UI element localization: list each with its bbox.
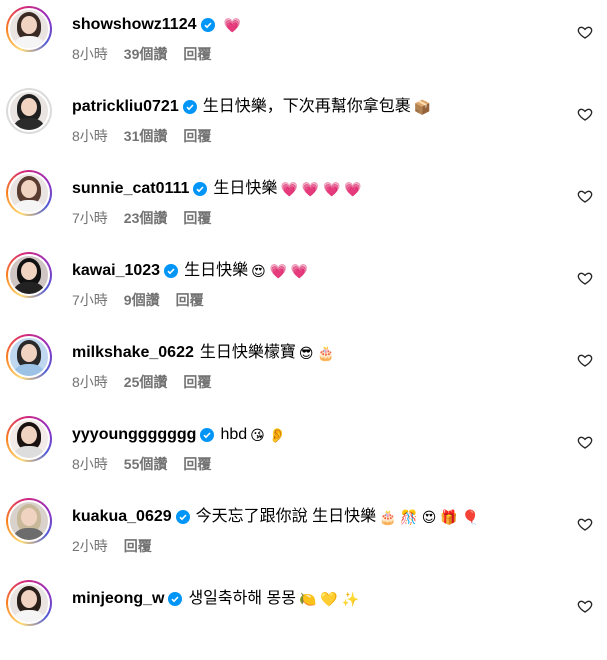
comment-text: 生日快樂 [213, 180, 278, 197]
comment-item: showshowz1124 💗 8小時 39個讚 回覆 [0, 4, 607, 86]
comment-username[interactable]: minjeong_w [72, 588, 164, 610]
comment-text: 生日快樂 [184, 262, 249, 279]
comment-emoji: 📦 [413, 99, 432, 115]
comment-emoji: 😘 👂 [250, 427, 287, 443]
avatar[interactable] [6, 498, 52, 544]
like-heart-icon[interactable] [577, 434, 593, 450]
comment-time[interactable]: 7小時 [72, 208, 108, 228]
comment-likes[interactable]: 23個讚 [124, 208, 168, 228]
verified-badge-icon [200, 428, 215, 442]
reply-button[interactable]: 回覆 [183, 208, 211, 228]
comment-likes[interactable]: 55個讚 [124, 454, 168, 474]
comment-emoji: 😎 🎂 [298, 345, 335, 361]
reply-button[interactable]: 回覆 [176, 290, 204, 310]
verified-badge-icon [193, 182, 208, 196]
verified-badge-icon [168, 592, 183, 606]
comment-emoji: 💗 💗 💗 💗 [280, 181, 362, 197]
comment-emoji: 🍋 💛 ✨ [298, 591, 360, 607]
comment-username[interactable]: milkshake_0622 [72, 342, 194, 364]
verified-badge-icon [175, 510, 190, 524]
avatar[interactable] [6, 334, 52, 380]
comment-list: showshowz1124 💗 8小時 39個讚 回覆 patrickliu07… [0, 0, 607, 626]
comment-text: 생일축하해 몽몽 [188, 590, 296, 607]
comment-emoji: 💗 [223, 17, 241, 33]
comment-likes[interactable]: 31個讚 [124, 126, 168, 146]
comment-item: minjeong_w 생일축하해 몽몽 🍋 💛 ✨ [0, 578, 607, 660]
comment-username[interactable]: yyyounggggggg [72, 424, 196, 446]
comment-username[interactable]: patrickliu0721 [72, 96, 179, 118]
verified-badge-icon [164, 264, 179, 278]
comment-username[interactable]: kuakua_0629 [72, 506, 172, 528]
comment-username[interactable]: kawai_1023 [72, 260, 160, 282]
comment-text: hbd [220, 426, 248, 443]
like-heart-icon[interactable] [577, 188, 593, 204]
comment-time[interactable]: 8小時 [72, 44, 108, 64]
like-heart-icon[interactable] [577, 270, 593, 286]
comment-time[interactable]: 8小時 [72, 126, 108, 146]
comment-item: yyyounggggggg hbd 😘 👂 8小時 55個讚 回覆 [0, 414, 607, 496]
reply-button[interactable]: 回覆 [183, 126, 211, 146]
comment-time[interactable]: 8小時 [72, 454, 108, 474]
avatar[interactable] [6, 170, 52, 216]
reply-button[interactable]: 回覆 [183, 454, 211, 474]
comment-time[interactable]: 7小時 [72, 290, 108, 310]
comment-text: 生日快樂檬寶 [199, 344, 296, 361]
verified-badge-icon [182, 100, 197, 114]
reply-button[interactable]: 回覆 [183, 44, 211, 64]
comment-text: 今天忘了跟你說 生日快樂 [195, 508, 377, 525]
comment-item: kuakua_0629 今天忘了跟你說 生日快樂 🎂 🎊 😍 🎁 🎈 2小時 回… [0, 496, 607, 578]
like-heart-icon[interactable] [577, 598, 593, 614]
comment-time[interactable]: 2小時 [72, 536, 108, 556]
verified-badge-icon [200, 18, 215, 32]
reply-button[interactable]: 回覆 [183, 372, 211, 392]
comment-likes[interactable]: 39個讚 [124, 44, 168, 64]
like-heart-icon[interactable] [577, 106, 593, 122]
like-heart-icon[interactable] [577, 352, 593, 368]
comment-text: 生日快樂，下次再幫你拿包裹 [202, 98, 411, 115]
avatar[interactable] [6, 580, 52, 626]
avatar[interactable] [6, 416, 52, 462]
comment-likes[interactable]: 9個讚 [124, 290, 160, 310]
comment-item: kawai_1023 生日快樂 😍 💗 💗 7小時 9個讚 回覆 [0, 250, 607, 332]
comment-likes[interactable]: 25個讚 [124, 372, 168, 392]
like-heart-icon[interactable] [577, 24, 593, 40]
comment-emoji: 🎂 🎊 😍 🎁 🎈 [379, 509, 479, 525]
comment-item: milkshake_0622 生日快樂檬寶 😎 🎂 8小時 25個讚 回覆 [0, 332, 607, 414]
comment-time[interactable]: 8小時 [72, 372, 108, 392]
comment-emoji: 😍 💗 💗 [251, 263, 309, 279]
comment-item: sunnie_cat0111 生日快樂 💗 💗 💗 💗 7小時 23個讚 回覆 [0, 168, 607, 250]
reply-button[interactable]: 回覆 [124, 536, 152, 556]
avatar[interactable] [6, 88, 52, 134]
comment-username[interactable]: showshowz1124 [72, 14, 197, 36]
comment-item: patrickliu0721 生日快樂，下次再幫你拿包裹 📦 8小時 31個讚 … [0, 86, 607, 168]
avatar[interactable] [6, 6, 52, 52]
like-heart-icon[interactable] [577, 516, 593, 532]
avatar[interactable] [6, 252, 52, 298]
comment-username[interactable]: sunnie_cat0111 [72, 178, 189, 200]
